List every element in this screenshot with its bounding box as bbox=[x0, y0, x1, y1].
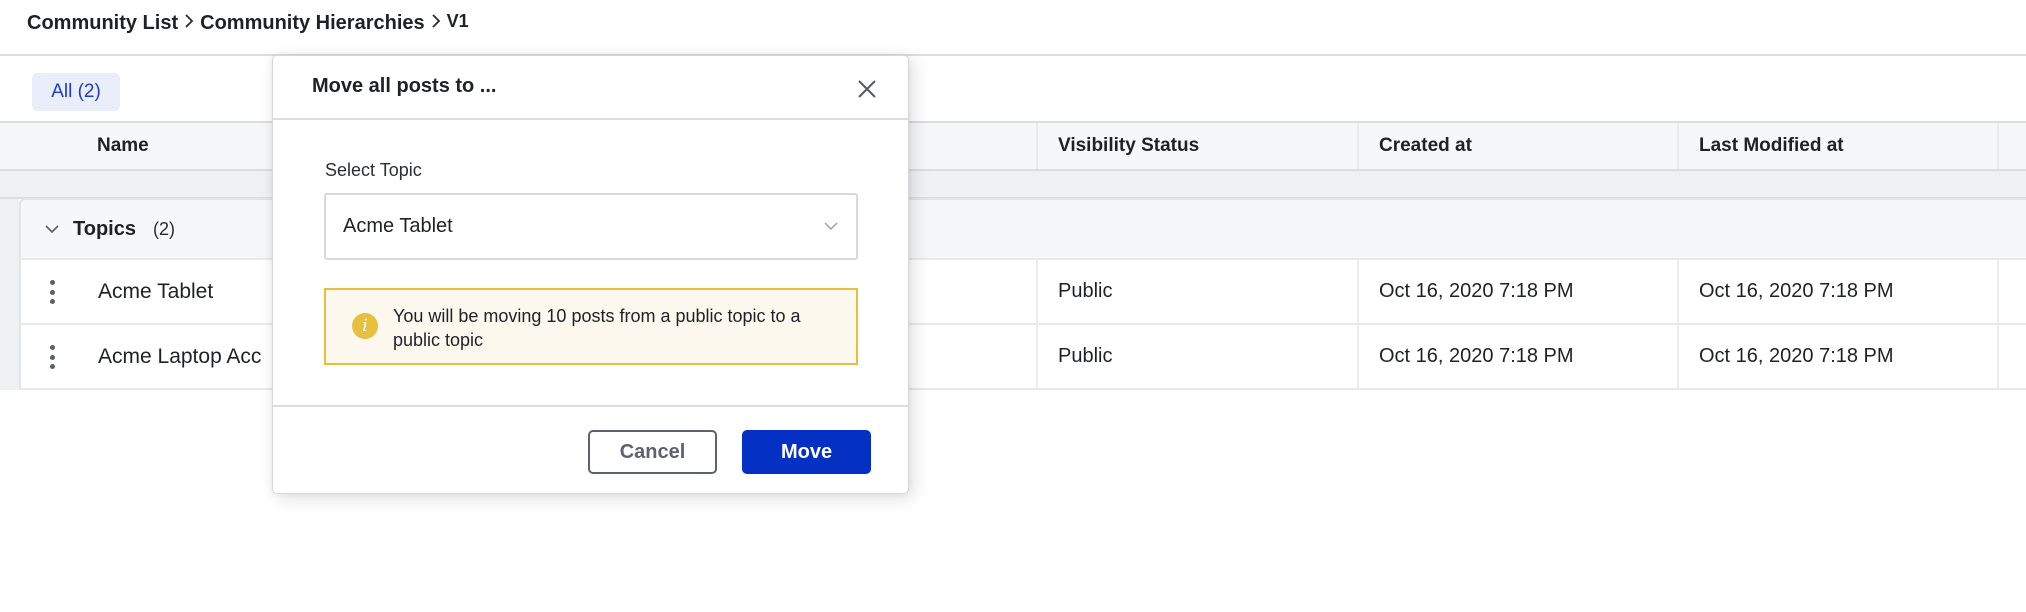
cell-name[interactable]: Acme Laptop Acc bbox=[97, 325, 261, 388]
chevron-down-icon[interactable] bbox=[45, 222, 59, 236]
breadcrumb-community-list[interactable]: Community List bbox=[27, 12, 178, 35]
column-header-visibility-status[interactable]: Visibility Status bbox=[1036, 123, 1357, 169]
info-icon: i bbox=[352, 313, 378, 339]
cell-modified-at: Oct 16, 2020 7:18 PM bbox=[1677, 325, 1997, 388]
breadcrumb: Community List Community Hierarchies V1 bbox=[27, 9, 469, 37]
move-posts-modal: Move all posts to ... Select Topic Acme … bbox=[272, 55, 909, 494]
close-icon[interactable] bbox=[856, 78, 878, 100]
group-title: Topics bbox=[73, 217, 136, 240]
more-options-icon[interactable] bbox=[46, 280, 58, 304]
alert-message: You will be moving 10 posts from a publi… bbox=[393, 306, 801, 350]
group-count: (2) bbox=[153, 218, 175, 239]
cell-visibility: Public bbox=[1036, 325, 1357, 388]
cell-created-at: Oct 16, 2020 7:18 PM bbox=[1357, 325, 1677, 388]
modal-footer-divider bbox=[273, 405, 908, 407]
topic-select-value: Acme Tablet bbox=[343, 215, 453, 237]
chevron-right-icon bbox=[425, 12, 447, 35]
cell-name[interactable]: Acme Tablet bbox=[97, 260, 213, 323]
chevron-right-icon bbox=[178, 12, 200, 35]
group-indent-strip bbox=[0, 199, 19, 390]
cell-extra bbox=[1997, 260, 2026, 323]
move-button[interactable]: Move bbox=[742, 430, 871, 474]
modal-header: Move all posts to ... bbox=[273, 56, 908, 120]
cell-created-at: Oct 16, 2020 7:18 PM bbox=[1357, 260, 1677, 323]
cell-visibility: Public bbox=[1036, 260, 1357, 323]
warning-alert: i You will be moving 10 posts from a pub… bbox=[324, 288, 858, 365]
column-header-last-modified-at[interactable]: Last Modified at bbox=[1677, 123, 1997, 169]
select-topic-label: Select Topic bbox=[325, 160, 422, 180]
column-header-created-at[interactable]: Created at bbox=[1357, 123, 1677, 169]
topic-select[interactable]: Acme Tablet bbox=[324, 193, 858, 260]
column-header-extra bbox=[1997, 123, 2026, 169]
breadcrumb-current: V1 bbox=[446, 10, 469, 31]
column-header-name[interactable]: Name bbox=[77, 123, 149, 169]
cell-extra bbox=[1997, 325, 2026, 388]
cancel-button[interactable]: Cancel bbox=[588, 430, 717, 474]
tab-all[interactable]: All (2) bbox=[32, 73, 120, 111]
breadcrumb-community-hierarchies[interactable]: Community Hierarchies bbox=[200, 12, 425, 35]
more-options-icon[interactable] bbox=[46, 345, 58, 369]
modal-title: Move all posts to ... bbox=[312, 75, 497, 97]
chevron-down-icon bbox=[824, 222, 838, 230]
cell-modified-at: Oct 16, 2020 7:18 PM bbox=[1677, 260, 1997, 323]
